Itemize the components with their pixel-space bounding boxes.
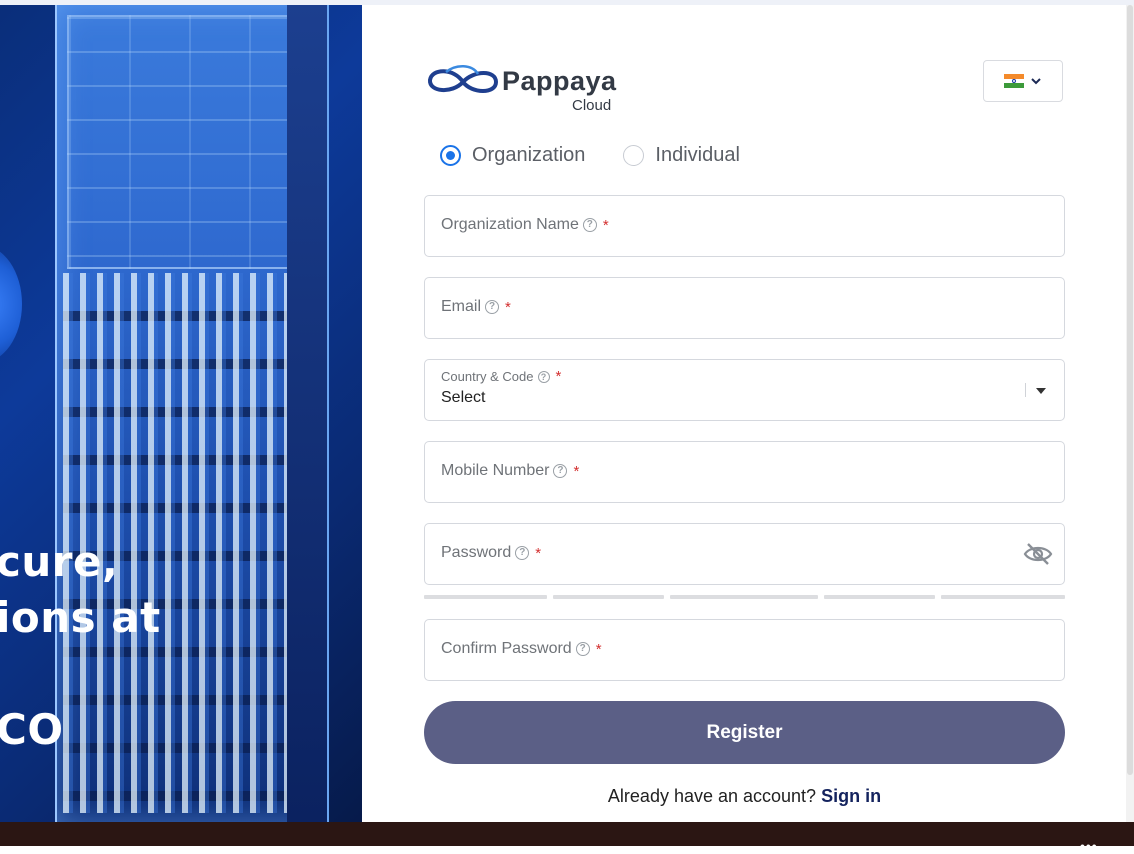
radio-individual-label: Individual (655, 144, 740, 166)
eye-off-icon[interactable] (1023, 542, 1053, 566)
hero-headline-line-1: cure, (0, 537, 119, 586)
confirm-password-input[interactable]: Confirm Password ? * (424, 619, 1065, 681)
radio-organization[interactable]: Organization (440, 144, 585, 167)
email-input[interactable]: Email ? * (424, 277, 1065, 339)
pappaya-logo: Pappaya Cloud (426, 60, 626, 116)
radio-organization-label: Organization (472, 144, 586, 166)
organization-name-label: Organization Name (441, 216, 579, 233)
hero-headline-line-2: ions at (0, 593, 161, 642)
password-label: Password (441, 544, 512, 561)
signin-link[interactable]: Sign in (821, 786, 881, 806)
strength-segment (941, 595, 1065, 599)
radio-individual-circle[interactable] (623, 145, 645, 166)
required-marker: * (602, 216, 609, 234)
mobile-number-input[interactable]: Mobile Number ? * (424, 441, 1065, 503)
country-code-label: Country & Code (441, 369, 534, 384)
help-icon[interactable]: ? (515, 546, 530, 560)
signin-prompt: Already have an account? (607, 786, 822, 806)
help-icon[interactable]: ? (485, 300, 500, 314)
hero-headline-line-3: CO (0, 705, 64, 754)
select-divider (1025, 383, 1026, 397)
country-code-select[interactable]: Country & Code ? * Select (424, 359, 1065, 421)
glow-circle (0, 245, 22, 363)
required-marker: * (555, 368, 562, 385)
infinity-logo-icon (428, 65, 499, 93)
required-marker: * (535, 544, 542, 562)
organization-name-input[interactable]: Organization Name ? * (424, 195, 1065, 257)
caret-down-icon[interactable] (1036, 388, 1046, 394)
password-strength-meter (424, 595, 1065, 599)
signin-row: Already have an account? Sign in (424, 786, 1065, 807)
help-icon[interactable]: ? (575, 642, 590, 656)
strength-segment (553, 595, 664, 599)
radio-organization-circle[interactable] (440, 145, 461, 166)
chevron-down-icon (1031, 78, 1041, 85)
strength-segment (824, 595, 935, 599)
confirm-password-label: Confirm Password (441, 640, 572, 657)
help-icon[interactable]: ? (553, 464, 568, 478)
required-marker: * (595, 640, 602, 658)
server-rack (55, 5, 329, 822)
account-type-group: Organization Individual (440, 144, 740, 167)
required-marker: * (505, 298, 511, 316)
country-code-value: Select (441, 389, 486, 406)
help-icon[interactable]: ? (537, 370, 550, 383)
hero-image: cure, ions at CO (0, 5, 362, 822)
more-dots-icon[interactable]: ••• (1080, 838, 1098, 854)
india-flag-icon (1004, 74, 1024, 88)
brand-name: Pappaya (502, 66, 617, 96)
strength-segment (424, 595, 547, 599)
password-input[interactable]: Password ? * (424, 523, 1065, 585)
help-icon[interactable]: ? (582, 218, 597, 232)
brand-sub: Cloud (572, 97, 612, 114)
radio-individual[interactable]: Individual (623, 144, 740, 167)
strength-segment (670, 595, 818, 599)
mobile-number-label: Mobile Number (441, 462, 550, 479)
scrollbar[interactable] (1126, 5, 1134, 822)
language-selector[interactable] (983, 60, 1063, 102)
register-button[interactable]: Register (424, 701, 1065, 764)
required-marker: * (573, 462, 580, 480)
scrollbar-thumb[interactable] (1127, 5, 1133, 775)
bottom-strip (0, 822, 1134, 846)
email-label: Email (441, 298, 482, 315)
